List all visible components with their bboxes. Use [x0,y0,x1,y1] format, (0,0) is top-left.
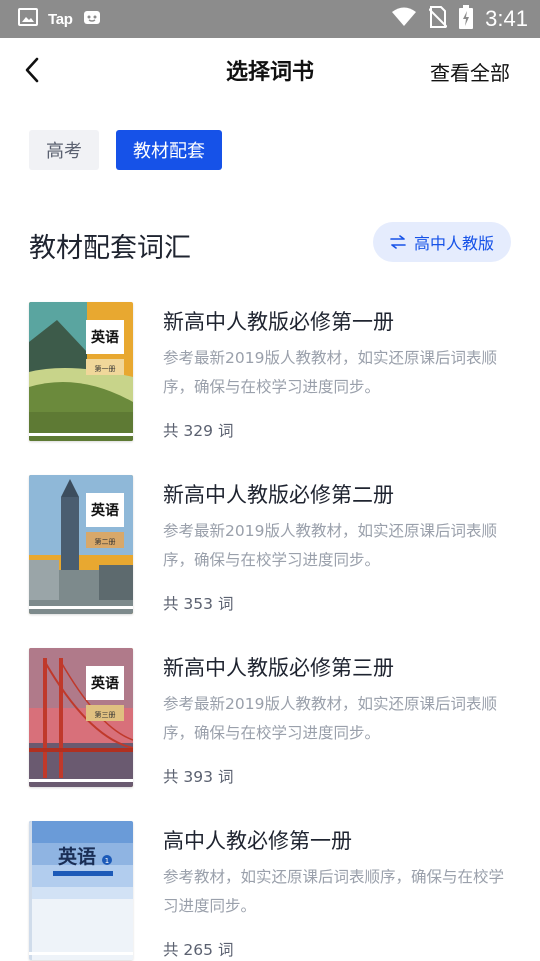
book-name: 新高中人教版必修第三册 [163,656,394,680]
category-tabs: 高考 教材配套 [29,130,222,170]
book-description: 参考最新2019版人教教材，如实还原课后词表顺序，确保与在校学习进度同步。 [163,522,497,569]
no-sim-icon [428,6,448,32]
battery-charging-icon [459,5,474,33]
section-title: 教材配套词汇 [29,233,191,264]
book-name: 新高中人教版必修第一册 [163,310,394,334]
book-name: 新高中人教版必修第二册 [163,483,394,507]
cover-title: 英语 [90,502,119,519]
book-word-count: 共 329 词 [163,422,234,440]
book-description: 参考最新2019版人教教材，如实还原课后词表顺序，确保与在校学习进度同步。 [163,349,497,396]
view-all-button[interactable]: 查看全部 [430,57,510,86]
cover-badge: 1 [105,857,109,865]
book-cover-1: 英语 第一册 [29,302,133,441]
app-header: 选择词书 查看全部 [0,38,540,102]
book-cover-4: 英语 1 [29,821,133,960]
book-name: 高中人教必修第一册 [163,829,352,853]
cover-volume: 第一册 [95,364,116,373]
book-item[interactable]: 英语 第一册 新高中人教版必修第一册 参考最新2019版人教教材，如实还原课后词… [0,302,540,442]
clock: 3:41 [485,6,528,31]
book-item[interactable]: 英语 1 高中人教必修第一册 参考教材，如实还原课后词表顺序，确保与在校学习进度… [0,821,540,961]
cover-volume: 第二册 [95,537,116,546]
book-word-count: 共 353 词 [163,595,234,613]
cover-volume: 第三册 [95,710,116,719]
book-description: 参考教材，如实还原课后词表顺序，确保与在校学习进度同步。 [163,868,505,915]
edition-filter-label: 高中人教版 [413,234,494,253]
cover-title: 英语 [90,675,119,692]
image-icon [18,8,38,30]
tap-app-icon: Tap [48,10,73,28]
book-word-count: 共 265 词 [163,941,234,959]
tab-gaokao[interactable]: 高考 [29,130,99,170]
status-bar: Tap 3:41 [0,0,540,38]
cover-title: 英语 [58,845,96,868]
edition-filter-button[interactable]: 高中人教版 [372,222,511,262]
book-item[interactable]: 英语 第二册 新高中人教版必修第二册 参考最新2019版人教教材，如实还原课后词… [0,475,540,615]
book-description: 参考最新2019版人教教材，如实还原课后词表顺序，确保与在校学习进度同步。 [163,695,497,742]
swap-icon [390,235,406,249]
book-item[interactable]: 英语 第三册 新高中人教版必修第三册 参考最新2019版人教教材，如实还原课后词… [0,648,540,788]
tab-textbook[interactable]: 教材配套 [116,130,222,170]
book-cover-2: 英语 第二册 [29,475,133,614]
wifi-icon [391,7,417,31]
book-cover-3: 英语 第三册 [29,648,133,787]
book-word-count: 共 393 词 [163,768,234,786]
notification-app-icon [83,9,101,29]
cover-title: 英语 [90,329,119,346]
